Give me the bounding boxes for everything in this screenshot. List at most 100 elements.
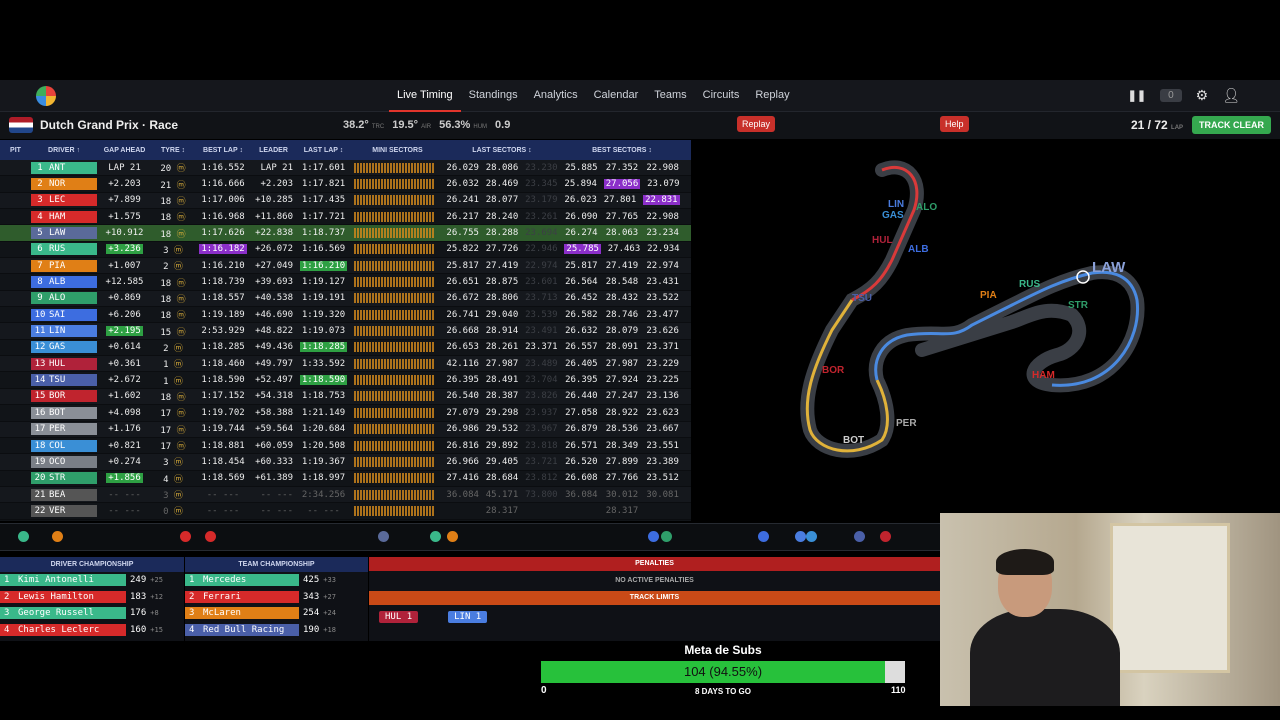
column-header[interactable]: PIT	[0, 147, 31, 154]
best-lap: 1:17.626	[201, 228, 245, 239]
gap-cell: +0.869	[97, 293, 152, 303]
gap-value: +1.856	[106, 473, 143, 484]
help-button[interactable]: Help	[940, 116, 969, 132]
driver-position: 17	[34, 424, 46, 435]
track-limit-count: 1	[475, 612, 482, 622]
table-row[interactable]: 11 LIN +2.195 15 ⓜ 2:53.929 +48.822 1:19.073 26…	[0, 323, 691, 340]
mini-sectors	[352, 293, 443, 304]
last-sector: 28.914	[485, 326, 519, 337]
champ-pos: 2	[185, 590, 199, 603]
column-header[interactable]: BEST SECTORS ↕	[561, 147, 683, 154]
best-sectors: 26.582 28.746 23.477	[561, 310, 683, 320]
champ-points: 183	[130, 591, 147, 602]
best-sector: 23.229	[646, 358, 679, 369]
track-position-strip	[0, 523, 940, 551]
last-sectors: 26.651 28.875 23.601	[443, 277, 561, 287]
gap-cell: +2.672	[97, 375, 152, 385]
pause-icon[interactable]: ❚❚	[1128, 89, 1146, 102]
nav-item-circuits[interactable]: Circuits	[695, 80, 748, 112]
mini-sectors	[352, 473, 443, 484]
gap-cell: +7.899	[97, 195, 152, 205]
mini-sector-bars	[354, 228, 434, 239]
column-header[interactable]: MINI SECTORS	[352, 147, 443, 154]
table-row[interactable]: 1 ANT LAP 21 20 ⓜ 1:16.552 LAP 21 1:17.601 26.0…	[0, 160, 691, 177]
car-position-dot	[795, 531, 806, 542]
column-header[interactable]: LAST LAP ↕	[295, 147, 352, 154]
best-sectors: 26.395 27.924 23.225	[561, 375, 683, 385]
table-row[interactable]: 2 NOR +2.203 21 ⓜ 1:16.666 +2.203 1:17.821 26.0…	[0, 176, 691, 193]
mini-sector-bars	[354, 489, 434, 500]
table-row[interactable]: 4 HAM +1.575 18 ⓜ 1:16.968 +11.860 1:17.721 26.…	[0, 209, 691, 226]
column-header[interactable]: BEST LAP ↕	[194, 147, 252, 154]
best-sectors: 26.632 28.079 23.626	[561, 326, 683, 336]
table-row[interactable]: 22 VER -- --- 0 ⓜ -- --- -- --- -- --- 28.317 28…	[0, 503, 691, 520]
champ-pos: 4	[0, 623, 14, 636]
driver-position: 21	[34, 489, 46, 500]
table-row[interactable]: 12 GAS +0.614 2 ⓜ 1:18.285 +49.436 1:18.285 26.…	[0, 340, 691, 357]
user-icon[interactable]: 👤︎	[1222, 87, 1240, 104]
nav-item-standings[interactable]: Standings	[461, 80, 526, 112]
best-sector: 26.564	[565, 277, 598, 288]
table-row[interactable]: 16 BOT +4.098 17 ⓜ 1:19.702 +58.388 1:21.149 27…	[0, 405, 691, 422]
best-sectors: 26.571 28.349 23.551	[561, 441, 683, 451]
map-label: ALB	[908, 244, 929, 255]
table-row[interactable]: 10 SAI +6.206 18 ⓜ 1:19.189 +46.690 1:19.320 26…	[0, 307, 691, 324]
tyre-cell: 21 ⓜ	[152, 178, 194, 191]
tyre-cell: 3 ⓜ	[152, 488, 194, 501]
table-row[interactable]: 9 ALO +0.869 18 ⓜ 1:18.557 +40.538 1:19.191 26.…	[0, 290, 691, 308]
gear-icon[interactable]: ⚙	[1196, 87, 1209, 104]
nav-item-teams[interactable]: Teams	[646, 80, 694, 112]
table-row[interactable]: 19 OCO +0.274 3 ⓜ 1:18.454 +60.333 1:19.367 26.…	[0, 454, 691, 471]
last-sector: 27.726	[485, 244, 519, 255]
driver-cell: 13 HUL	[31, 357, 97, 370]
replay-button[interactable]: Replay	[737, 116, 776, 132]
nav-item-replay[interactable]: Replay	[747, 80, 797, 112]
counter-badge[interactable]: 0	[1160, 89, 1182, 102]
tyre-compound-icon: ⓜ	[171, 392, 186, 403]
table-row[interactable]: 3 LEC +7.899 18 ⓜ 1:17.006 +10.285 1:17.435 26.…	[0, 192, 691, 210]
mini-sectors	[352, 277, 443, 288]
nav-item-analytics[interactable]: Analytics	[526, 80, 586, 112]
best-sector: 27.987	[605, 358, 639, 369]
table-row[interactable]: 7 PIA +1.007 2 ⓜ 1:16.210 +27.049 1:16.210 25.8…	[0, 258, 691, 275]
mini-sector-bars	[354, 260, 434, 271]
nav-item-live-timing[interactable]: Live Timing	[389, 80, 461, 112]
main-nav: Live Timing Standings Analytics Calendar Tea…	[389, 80, 798, 112]
mini-sectors	[352, 342, 443, 353]
tyre-cell: 18 ⓜ	[152, 227, 194, 240]
table-row[interactable]: 8 ALB +12.585 18 ⓜ 1:18.739 +39.693 1:19.127 26…	[0, 274, 691, 291]
table-row[interactable]: 13 HUL +0.361 1 ⓜ 1:18.460 +49.797 1:33.592 42.…	[0, 356, 691, 373]
car-position-dot	[806, 531, 817, 542]
championship-row: 3 McLaren 254 +24	[185, 605, 368, 622]
table-row[interactable]: 5 LAW +10.912 18 ⓜ 1:17.626 +22.838 1:18.737 26…	[0, 225, 691, 242]
champ-points: 343	[303, 591, 320, 602]
track-status-badge: TRACK CLEAR	[1192, 116, 1271, 134]
table-row[interactable]: 20 STR +1.856 4 ⓜ 1:18.569 +61.389 1:18.997 27.…	[0, 471, 691, 487]
best-lap-cell: 1:16.552	[194, 163, 252, 173]
table-row[interactable]: 6 RUS +3.236 3 ⓜ 1:16.182 +26.072 1:16.569 25.8…	[0, 242, 691, 259]
column-header[interactable]: GAP AHEAD	[97, 147, 152, 154]
nav-item-calendar[interactable]: Calendar	[586, 80, 647, 112]
table-row[interactable]: 15 BOR +1.602 18 ⓜ 1:17.152 +54.318 1:18.753 26…	[0, 388, 691, 406]
column-header[interactable]: TYRE ↕	[152, 147, 194, 154]
table-row[interactable]: 14 TSU +2.672 1 ⓜ 1:18.590 +52.497 1:18.590 26.…	[0, 372, 691, 389]
column-header[interactable]: LAST SECTORS ↕	[443, 147, 561, 154]
tyre-cell: 18 ⓜ	[152, 292, 194, 305]
best-sector: 27.352	[605, 162, 639, 173]
mini-sectors	[352, 424, 443, 435]
tyre-cell: 0 ⓜ	[152, 504, 194, 517]
mini-sectors	[352, 228, 443, 239]
last-lap: 1:20.684	[301, 424, 346, 435]
table-row[interactable]: 21 BEA -- --- 3 ⓜ -- --- -- --- 2:34.256 36.084…	[0, 486, 691, 504]
leader-gap: +2.203	[260, 179, 293, 190]
mini-sectors	[352, 244, 443, 255]
driver-position: 4	[37, 211, 43, 222]
app-logo-icon[interactable]	[36, 86, 56, 106]
best-lap-cell: 1:18.285	[194, 342, 252, 352]
table-row[interactable]: 17 PER +1.176 17 ⓜ 1:19.744 +59.564 1:20.684 26…	[0, 421, 691, 438]
table-row[interactable]: 18 COL +0.821 17 ⓜ 1:18.881 +60.059 1:20.508 26…	[0, 438, 691, 455]
column-header[interactable]: LEADER	[252, 147, 295, 154]
gap-value: -- ---	[108, 505, 141, 516]
column-header[interactable]: DRIVER ↑	[31, 147, 97, 154]
tyre-compound-icon: ⓜ	[168, 458, 183, 469]
